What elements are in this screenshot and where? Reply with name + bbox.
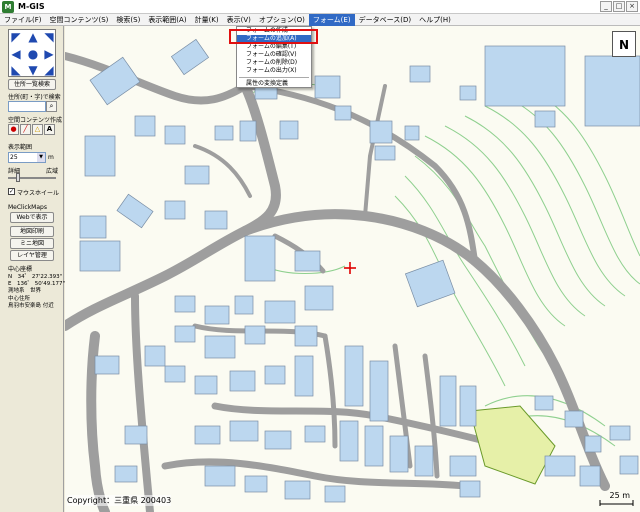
menu-measure[interactable]: 計量(K) (191, 14, 223, 26)
scale-bar (599, 500, 634, 506)
window-title: M-GIS (18, 2, 45, 11)
nav-south-icon[interactable]: ▼ (26, 63, 40, 77)
dropdown-item-edit[interactable]: フォームの編集(T) (237, 43, 311, 51)
pin-icon[interactable]: ● (8, 124, 19, 135)
nav-west-icon[interactable]: ◀ (9, 47, 23, 61)
minimize-button[interactable]: _ (600, 1, 612, 12)
search-icon[interactable]: ⌕ (46, 101, 57, 112)
nav-east-icon[interactable]: ▶ (42, 47, 56, 61)
nav-north-icon[interactable]: ▲ (26, 30, 40, 44)
nav-northeast-icon[interactable]: ◥ (42, 30, 56, 44)
menu-form[interactable]: フォーム(E) (308, 13, 355, 26)
menu-option[interactable]: オプション(O) (255, 14, 309, 26)
menu-search[interactable]: 検索(S) (112, 14, 144, 26)
text-icon[interactable]: A (44, 124, 55, 135)
app-icon: M (2, 0, 14, 13)
menu-range[interactable]: 表示範囲(A) (144, 14, 190, 26)
center-crosshair (344, 262, 356, 274)
dropdown-item-export[interactable]: フォームの出力(X) (237, 67, 311, 75)
mini-map-button[interactable]: ミニ地図 (10, 238, 54, 249)
menu-file[interactable]: ファイル(F) (0, 14, 46, 26)
copyright-label: Copyright：三重県 200403 (67, 495, 172, 506)
line-icon[interactable]: ╱ (20, 124, 31, 135)
meclick-label: MeClickMaps (8, 204, 47, 211)
center-address: 鳥羽市安楽島 付近 (8, 303, 54, 309)
menu-bar: ファイル(F) 空間コンテンツ(S) 検索(S) 表示範囲(A) 計量(K) 表… (0, 13, 640, 26)
navigation-pad: ◤ ▲ ◥ ◀ ● ▶ ◣ ▼ ◢ (8, 29, 56, 77)
polygon-icon[interactable]: △ (32, 124, 43, 135)
menu-view[interactable]: 表示(V) (223, 14, 255, 26)
title-bar: M M-GIS _ □ × (0, 0, 640, 14)
nav-northwest-icon[interactable]: ◤ (9, 30, 23, 44)
zoom-slider-thumb[interactable] (16, 173, 20, 182)
datum-label: 測地系 世界 (8, 288, 42, 294)
nav-southwest-icon[interactable]: ◣ (9, 63, 23, 77)
north-arrow-icon: N (612, 31, 636, 57)
address-search-label: 住所(町・字)で検索 (8, 94, 61, 101)
menu-spatial[interactable]: 空間コンテンツ(S) (46, 14, 113, 26)
dropdown-item-create[interactable]: フォームの作成 (237, 27, 311, 35)
menu-help[interactable]: ヘルプ(H) (415, 14, 455, 26)
wide-label: 広域 (46, 168, 59, 175)
address-search-input[interactable] (8, 101, 46, 112)
print-map-button[interactable]: 地図印刷 (10, 226, 54, 237)
selected-area-polygon (469, 405, 556, 485)
form-dropdown-menu: フォームの作成 フォームの追加(A) フォームの編集(T) フォームの確認(V)… (236, 26, 312, 88)
nav-southeast-icon[interactable]: ◢ (42, 63, 56, 77)
dropdown-item-confirm[interactable]: フォームの確認(V) (237, 51, 311, 59)
dropdown-item-delete[interactable]: フォームの削除(D) (237, 59, 311, 67)
map-drawing (65, 38, 640, 512)
dropdown-item-attribute[interactable]: 属性の変換定義 (237, 80, 311, 88)
layer-manage-button[interactable]: レイヤ管理 (10, 250, 54, 261)
range-label: 表示範囲 (8, 144, 33, 151)
dropdown-item-add[interactable]: フォームの追加(A) (237, 35, 311, 43)
web-view-button[interactable]: Webで表示 (10, 212, 54, 223)
chevron-down-icon: ▼ (37, 153, 45, 162)
maximize-button[interactable]: □ (613, 1, 625, 12)
range-select[interactable]: 25 ▼ (8, 152, 46, 163)
address-list-button[interactable]: 住所一覧検索 (8, 79, 56, 90)
mouse-wheel-label: マウスホイール (17, 190, 60, 197)
menu-database[interactable]: データベース(D) (355, 14, 416, 26)
dropdown-separator (239, 77, 309, 78)
mouse-wheel-checkbox[interactable]: ✓ (8, 188, 15, 195)
close-button[interactable]: × (626, 1, 638, 12)
scale-label: 25 m (609, 491, 630, 500)
map-canvas[interactable]: N Copyright：三重県 200403 25 m (65, 26, 640, 512)
left-panel: ◤ ▲ ◥ ◀ ● ▶ ◣ ▼ ◢ 住所一覧検索 住所(町・字)で検索 ⌕ 空間… (0, 26, 65, 512)
range-unit: m (48, 154, 54, 161)
buildings (79, 38, 640, 503)
range-value: 25 (10, 154, 18, 161)
spatial-create-label: 空間コンテンツ作成 (8, 117, 63, 124)
north-label: N (618, 38, 630, 52)
nav-center-icon[interactable]: ● (26, 47, 40, 61)
